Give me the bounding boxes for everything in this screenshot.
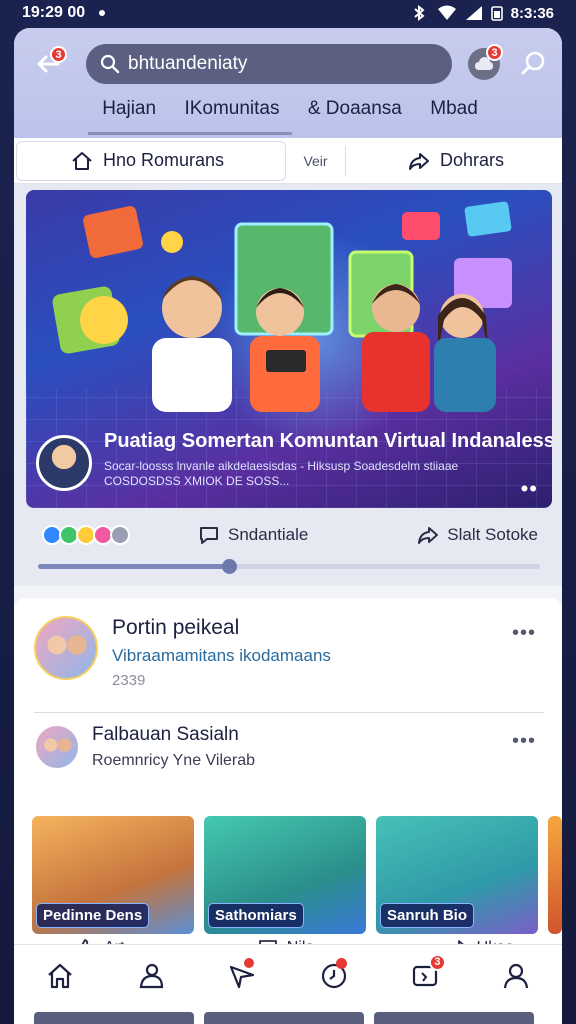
post-1-subtitle: Vibraamamitans ikodamaans xyxy=(112,646,331,665)
post-2[interactable]: Falbauan Sasialn Roemnricy Yne Vilerab •… xyxy=(34,724,544,770)
featured-card: Puatiag Somertan Komuntan Virtual Indana… xyxy=(14,184,562,586)
tab-doaansa[interactable]: & Doaansa xyxy=(308,98,402,130)
status-bar: 19:29 00 8:3:36 xyxy=(0,0,576,26)
reaction-summary[interactable] xyxy=(42,525,130,545)
status-clock: 8:3:36 xyxy=(510,4,554,22)
search-button[interactable] xyxy=(517,46,551,80)
hero-more-icon[interactable]: •• xyxy=(521,476,538,502)
thumbnail-3[interactable]: Sanruh Bio xyxy=(376,816,538,934)
post-2-subtitle: Roemnricy Yne Vilerab xyxy=(92,752,256,769)
search-input[interactable] xyxy=(128,53,428,75)
subtab-share[interactable]: Dohrars xyxy=(408,150,504,171)
subtab-share-label: Dohrars xyxy=(440,150,505,170)
subtab-home[interactable]: Hno Romurans xyxy=(16,140,286,181)
main-tabs: Hajian IKomunitas & Doaansa Mbad xyxy=(14,94,562,134)
signal-icon xyxy=(465,6,482,20)
post-1[interactable]: Portin peikeal Vibraamamitans ikodamaans… xyxy=(34,616,544,689)
app-header: 3 3 Hajian IKomunitas & Doaansa Mbad xyxy=(14,28,562,138)
thumbnail-4-peek[interactable] xyxy=(548,816,562,934)
nav-home[interactable] xyxy=(40,956,80,996)
nav-groups[interactable] xyxy=(131,956,171,996)
thumbnail-1-label: Pedinne Dens xyxy=(36,903,150,928)
thumbnail-1[interactable]: Pedinne Dens xyxy=(32,816,194,934)
comment-action[interactable]: Sndantiale xyxy=(198,525,308,545)
hero-title: Puatiag Somertan Komuntan Virtual Indana… xyxy=(104,430,552,452)
share-action[interactable]: Slalt Sotoke xyxy=(417,525,538,545)
thumbnail-row: Pedinne Dens Sathomiars Sanruh Bio xyxy=(32,816,562,936)
tab-komunitas[interactable]: IKomunitas xyxy=(184,98,279,130)
people-icon xyxy=(139,963,164,988)
post-divider xyxy=(34,712,544,713)
battery-icon xyxy=(490,6,503,21)
sub-tabs: Hno Romurans Veir Dohrars xyxy=(14,138,562,184)
nav-notifications[interactable]: 3 xyxy=(405,953,446,996)
hero-author-avatar[interactable] xyxy=(36,435,92,491)
share-arrow-icon xyxy=(409,152,429,170)
search-icon xyxy=(100,54,120,74)
bluetooth-icon xyxy=(413,5,425,21)
app-window: 3 3 Hajian IKomunitas & Doaansa Mbad xyxy=(14,28,562,1024)
peek-thumb-2 xyxy=(204,1012,364,1024)
wifi-icon xyxy=(437,5,456,20)
status-time: 19:29 00 xyxy=(22,4,86,21)
magnifier-icon xyxy=(521,51,545,75)
nav-messages[interactable] xyxy=(222,956,262,996)
more-reaction-icon xyxy=(110,525,130,545)
nav-profile[interactable] xyxy=(496,956,536,996)
hero-caption: Puatiag Somertan Komuntan Virtual Indana… xyxy=(104,430,552,489)
post-1-more-icon[interactable]: ••• xyxy=(512,622,536,645)
status-dot-icon xyxy=(99,10,106,16)
post-1-title: Portin peikeal xyxy=(112,616,240,639)
post-1-avatar[interactable] xyxy=(34,616,98,680)
messages-dot-icon xyxy=(244,957,255,968)
comment-icon xyxy=(200,527,218,544)
home-icon xyxy=(72,151,92,170)
peek-thumb-3 xyxy=(374,1012,534,1024)
active-tab-indicator xyxy=(88,132,292,135)
share-icon xyxy=(418,527,439,544)
back-badge: 3 xyxy=(50,46,67,63)
tab-mbad[interactable]: Mbad xyxy=(430,98,478,130)
post-1-meta: 2339 xyxy=(112,672,146,689)
nav-activity[interactable] xyxy=(314,956,354,996)
notification-badge: 3 xyxy=(486,44,503,61)
home-nav-icon xyxy=(47,963,72,988)
media-progress-knob[interactable] xyxy=(221,559,237,574)
comment-label: Sndantiale xyxy=(228,525,309,544)
back-button[interactable]: 3 xyxy=(28,46,68,80)
thumbnail-2-label: Sathomiars xyxy=(208,903,304,928)
search-bar[interactable] xyxy=(86,44,452,84)
media-progress-bar[interactable] xyxy=(38,559,540,574)
media-progress-fill xyxy=(38,564,229,569)
post-2-title: Falbauan Sasialn xyxy=(92,724,239,745)
activity-dot-icon xyxy=(335,957,347,969)
thumbnail-3-label: Sanruh Bio xyxy=(380,903,475,928)
share-label: Slalt Sotoke xyxy=(447,525,538,544)
post-2-text: Falbauan Sasialn Roemnricy Yne Vilerab xyxy=(92,724,255,770)
hero-banner[interactable]: Puatiag Somertan Komuntan Virtual Indana… xyxy=(26,190,552,508)
peek-strip xyxy=(14,1012,562,1024)
subtab-view[interactable]: Veir xyxy=(286,145,346,176)
reactions-row: Sndantiale Slalt Sotoke xyxy=(38,518,538,552)
user-icon xyxy=(504,963,529,988)
hero-subtitle: Socar-loosss lnvanle aikdelaesisdas - Hi… xyxy=(104,459,459,488)
thumbnail-2[interactable]: Sathomiars xyxy=(204,816,366,934)
subtab-home-label: Hno Romurans xyxy=(103,150,225,170)
notification-button[interactable]: 3 xyxy=(468,44,503,80)
post-2-more-icon[interactable]: ••• xyxy=(512,730,536,753)
post-1-text: Portin peikeal Vibraamamitans ikodamaans… xyxy=(112,616,331,689)
tab-hajian[interactable]: Hajian xyxy=(102,98,156,130)
peek-thumb-1 xyxy=(34,1012,194,1024)
feed: Portin peikeal Vibraamamitans ikodamaans… xyxy=(14,598,562,958)
post-2-avatar[interactable] xyxy=(34,724,80,770)
notifications-nav-badge: 3 xyxy=(428,953,446,971)
